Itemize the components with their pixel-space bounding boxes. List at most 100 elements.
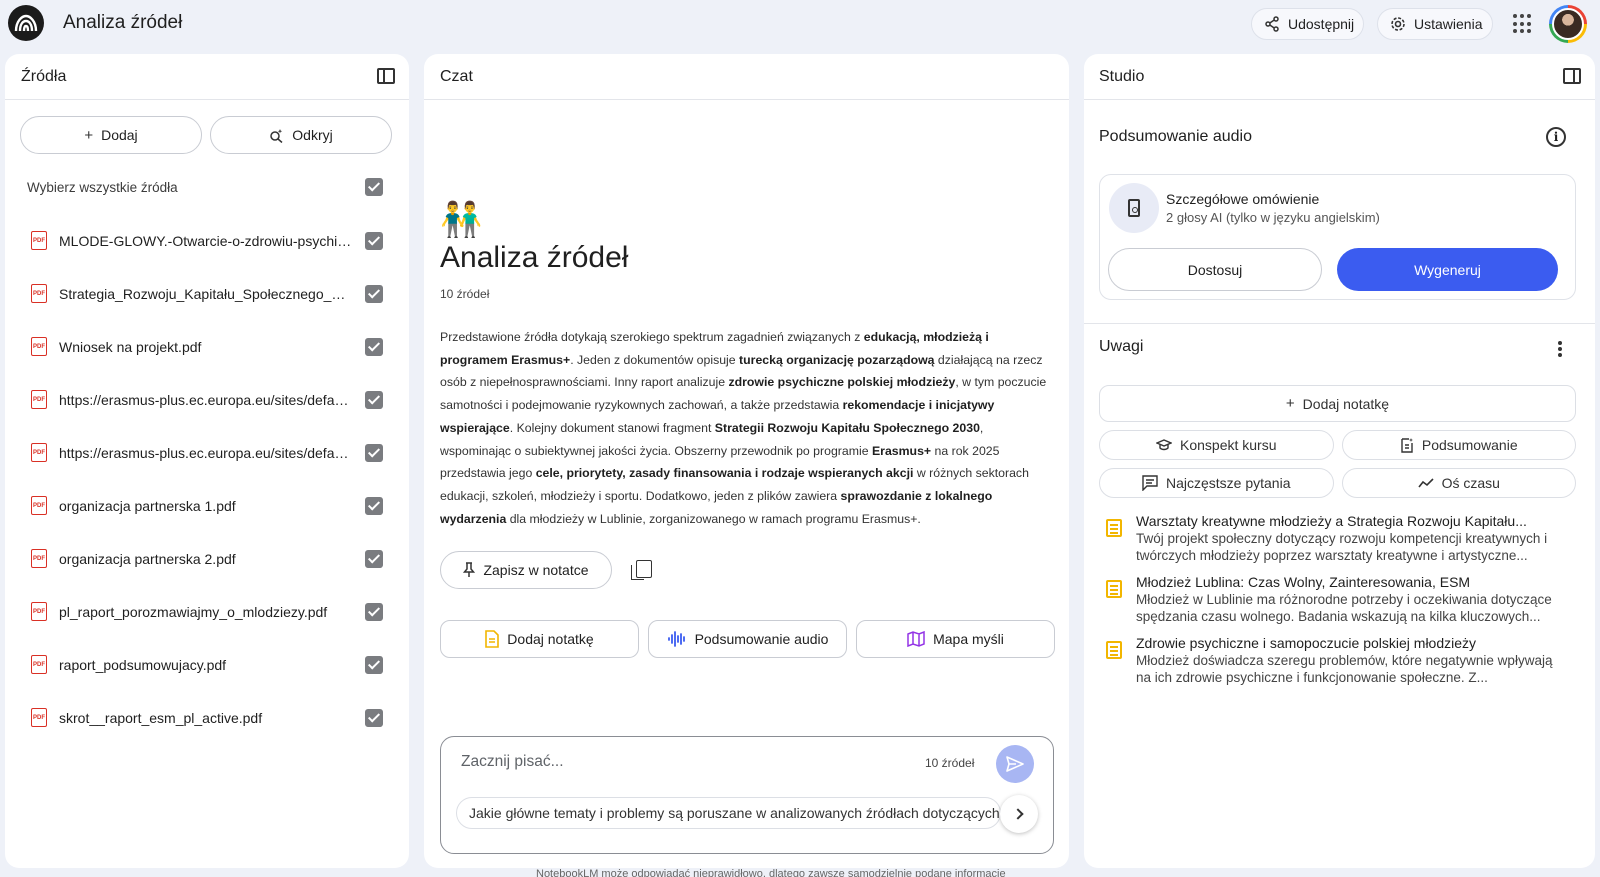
select-all-row[interactable]: Wybierz wszystkie źródła <box>5 160 409 214</box>
note-item[interactable]: Zdrowie psychiczne i samopoczucie polski… <box>1106 635 1568 696</box>
share-icon <box>1264 16 1280 32</box>
note-item[interactable]: Młodzież Lublina: Czas Wolny, Zaintereso… <box>1106 574 1568 635</box>
save-to-note-button[interactable]: Zapisz w notatce <box>440 551 612 589</box>
saved-notes-list: Warsztaty kreatywne młodzieży a Strategi… <box>1106 513 1568 696</box>
summary-highlight: zdrowie psychiczne polskiej młodzieży <box>728 375 956 390</box>
pdf-icon: PDF <box>31 443 47 462</box>
timeline-label: Oś czasu <box>1441 475 1500 491</box>
share-label: Udostępnij <box>1288 16 1355 32</box>
pdf-icon: PDF <box>31 231 47 250</box>
note-body: Młodzież doświadcza szeregu problemów, k… <box>1136 653 1553 685</box>
source-checkbox[interactable] <box>365 655 383 674</box>
summary-button[interactable]: Podsumowanie <box>1341 430 1576 460</box>
notebook-title[interactable]: Analiza źródeł <box>63 12 182 34</box>
apps-grid-icon[interactable] <box>1513 14 1533 34</box>
source-item[interactable]: PDF https://erasmus-plus.ec.europa.eu/sit… <box>5 426 409 479</box>
settings-button[interactable]: Ustawienia <box>1377 8 1493 40</box>
pdf-icon: PDF <box>31 284 47 303</box>
generate-button[interactable]: Wygeneruj <box>1337 248 1558 291</box>
pdf-icon: PDF <box>31 337 47 356</box>
source-item[interactable]: PDF https://erasmus-plus.ec.europa.eu/sit… <box>5 373 409 426</box>
select-all-checkbox[interactable] <box>365 178 383 196</box>
source-checkbox[interactable] <box>365 231 383 250</box>
source-name: https://erasmus-plus.ec.europa.eu/sites/… <box>59 444 353 461</box>
add-note-action-label: Dodaj notatkę <box>507 631 594 647</box>
note-item[interactable]: Warsztaty kreatywne młodzieży a Strategi… <box>1106 513 1568 574</box>
avatar[interactable] <box>1549 5 1587 43</box>
source-name: skrot__raport_esm_pl_active.pdf <box>59 709 263 726</box>
more-options-icon[interactable] <box>1558 341 1562 357</box>
source-item[interactable]: PDF skrot__raport_esm_pl_active.pdf <box>5 691 409 744</box>
next-suggestion-button[interactable] <box>1000 795 1038 833</box>
source-checkbox[interactable] <box>365 337 383 356</box>
summary-highlight: Strategii Rozwoju Kapitału Społecznego 2… <box>714 420 980 435</box>
source-item[interactable]: PDF organizacja partnerska 1.pdf <box>5 479 409 532</box>
source-checkbox[interactable] <box>365 390 383 409</box>
summary-text: . Jeden z dokumentów opisuje <box>570 352 740 367</box>
collapse-panel-icon[interactable] <box>377 68 395 84</box>
course-outline-label: Konspekt kursu <box>1180 437 1277 453</box>
chat-title-header: Czat <box>440 67 473 85</box>
source-item[interactable]: PDF Wniosek na projekt.pdf <box>5 320 409 373</box>
share-button[interactable]: Udostępnij <box>1251 8 1364 40</box>
mind-map-action-button[interactable]: Mapa myśli <box>856 620 1055 658</box>
audio-summary-action-label: Podsumowanie audio <box>694 631 829 647</box>
course-outline-button[interactable]: Konspekt kursu <box>1099 430 1334 460</box>
source-item[interactable]: PDF MLODE-GLOWY.-Otwarcie-o-zdrowiu-psych… <box>5 214 409 267</box>
note-icon <box>1106 580 1122 598</box>
copy-icon[interactable] <box>631 560 652 580</box>
source-item[interactable]: PDF Strategia_Rozwoju_Kapitału_Społeczneg… <box>5 267 409 320</box>
source-name: organizacja partnerska 2.pdf <box>59 550 236 567</box>
source-name: organizacja partnerska 1.pdf <box>59 497 236 514</box>
studio-header: Studio <box>1084 54 1595 100</box>
source-count: 10 źródeł <box>440 287 490 301</box>
add-source-label: Dodaj <box>101 127 138 143</box>
note-body: Twój projekt społeczny dotyczący rozwoju… <box>1136 531 1548 563</box>
note-icon <box>485 630 500 648</box>
notebooklm-logo-icon[interactable] <box>8 5 44 41</box>
source-checkbox[interactable] <box>365 496 383 515</box>
gear-icon <box>1390 16 1406 32</box>
source-name: Strategia_Rozwoju_Kapitału_Społecznego_2… <box>59 285 353 302</box>
chevron-right-icon <box>1011 808 1024 820</box>
source-item[interactable]: PDF organizacja partnerska 2.pdf <box>5 532 409 585</box>
source-checkbox[interactable] <box>365 443 383 462</box>
notebook-heading: Analiza źródeł <box>440 241 629 274</box>
chat-header: Czat <box>424 54 1069 100</box>
note-body: Młodzież w Lublinie ma różnorodne potrze… <box>1136 592 1552 624</box>
faq-button[interactable]: Najczęstsze pytania <box>1099 468 1334 498</box>
summary-text: . Kolejny dokument stanowi fragment <box>509 420 715 435</box>
source-checkbox[interactable] <box>365 708 383 727</box>
source-checkbox[interactable] <box>365 284 383 303</box>
pin-icon <box>463 562 476 578</box>
send-button[interactable] <box>996 745 1034 783</box>
discover-button[interactable]: Odkryj <box>210 116 392 154</box>
chat-panel: Czat 👬 Analiza źródeł 10 źródeł Przedsta… <box>424 54 1069 868</box>
source-checkbox[interactable] <box>365 549 383 568</box>
note-title: Zdrowie psychiczne i samopoczucie polski… <box>1136 635 1477 651</box>
timeline-button[interactable]: Oś czasu <box>1341 468 1576 498</box>
suggested-question-chip[interactable]: Jakie główne tematy i problemy są porusz… <box>456 797 1001 829</box>
add-source-button[interactable]: + Dodaj <box>20 116 202 154</box>
audio-overview-subtitle: 2 głosy AI (tylko w języku angielskim) <box>1166 210 1380 225</box>
source-checkbox[interactable] <box>365 602 383 621</box>
audio-summary-action-button[interactable]: Podsumowanie audio <box>648 620 847 658</box>
collapse-panel-icon[interactable] <box>1563 68 1581 84</box>
chat-actions: Dodaj notatkę Podsumowanie audio Mapa my… <box>440 620 1055 658</box>
customize-button[interactable]: Dostosuj <box>1108 248 1322 291</box>
studio-title: Studio <box>1099 67 1145 85</box>
pdf-icon: PDF <box>31 549 47 568</box>
summary-text: dla młodzieży w Lublinie, zorganizowaneg… <box>506 511 921 526</box>
source-item[interactable]: PDF pl_raport_porozmawiajmy_o_mlodziezy.p… <box>5 585 409 638</box>
add-note-label: Dodaj notatkę <box>1302 395 1390 412</box>
sources-title: Źródła <box>21 67 67 85</box>
note-title: Młodzież Lublina: Czas Wolny, Zaintereso… <box>1136 574 1471 590</box>
add-note-action-button[interactable]: Dodaj notatkę <box>440 620 639 658</box>
chat-input[interactable] <box>461 753 881 771</box>
source-item[interactable]: PDF raport_podsumowujacy.pdf <box>5 638 409 691</box>
source-name: MLODE-GLOWY.-Otwarcie-o-zdrowiu-psychic.… <box>59 232 353 249</box>
graduation-cap-icon <box>1156 439 1172 451</box>
add-note-button[interactable]: + Dodaj notatkę <box>1099 385 1576 422</box>
info-icon[interactable]: i <box>1546 127 1566 147</box>
source-list: PDF MLODE-GLOWY.-Otwarcie-o-zdrowiu-psych… <box>5 214 409 744</box>
